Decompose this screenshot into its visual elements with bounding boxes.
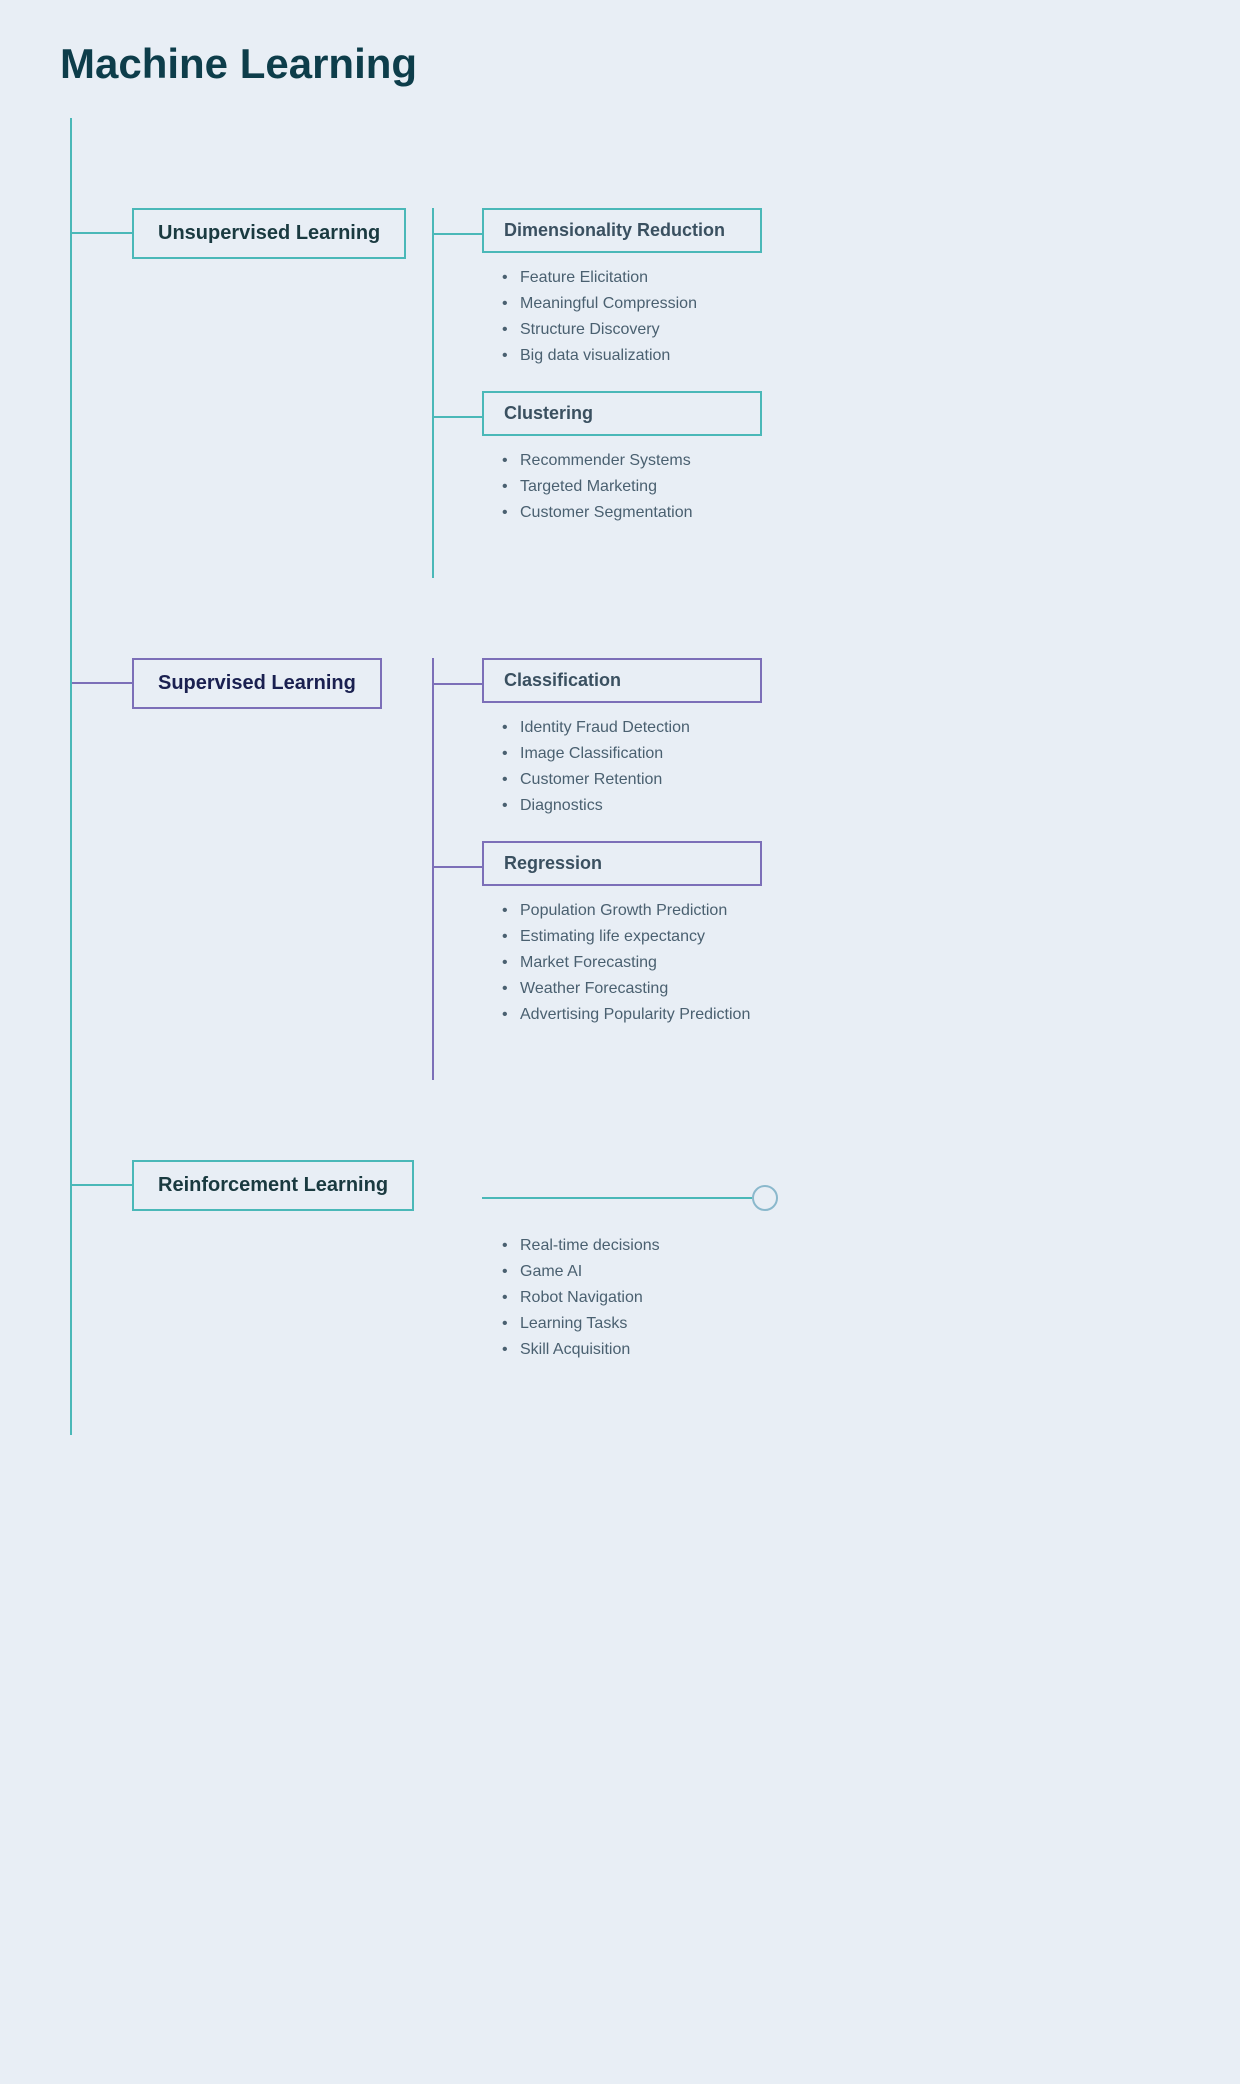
reinforcement-list: Real-time decisions Game AI Robot Naviga…	[432, 1221, 778, 1375]
list-item: Weather Forecasting	[502, 976, 778, 1002]
supervised-box: Supervised Learning	[132, 658, 382, 709]
reinforcement-section: Reinforcement Learning Real-time decisio…	[72, 1120, 778, 1435]
supervised-right: Classification Identity Fraud Detection …	[432, 618, 778, 1080]
list-item: Image Classification	[502, 741, 778, 767]
list-item: Big data visualization	[502, 343, 778, 369]
page-title: Machine Learning	[60, 40, 778, 88]
list-item: Market Forecasting	[502, 950, 778, 976]
reinforcement-h-line	[482, 1197, 752, 1199]
dimensionality-reduction-list: Feature Elicitation Meaningful Compressi…	[482, 253, 778, 381]
dimensionality-reduction-box: Dimensionality Reduction	[482, 208, 762, 253]
list-item: Real-time decisions	[502, 1233, 778, 1259]
supervised-h-connector	[72, 682, 132, 684]
classification-box: Classification	[482, 658, 762, 703]
list-item: Robot Navigation	[502, 1285, 778, 1311]
regression-section: Regression Population Growth Prediction …	[432, 841, 778, 1080]
list-item: Advertising Popularity Prediction	[502, 1002, 778, 1028]
list-item: Skill Acquisition	[502, 1337, 778, 1363]
classification-list: Identity Fraud Detection Image Classific…	[482, 703, 778, 831]
list-item: Game AI	[502, 1259, 778, 1285]
unsupervised-h-connector	[72, 232, 132, 234]
regression-list: Population Growth Prediction Estimating …	[482, 886, 778, 1040]
classification-section: Classification Identity Fraud Detection …	[432, 658, 778, 831]
unsupervised-section: Unsupervised Learning .sub-section.teal-…	[72, 118, 778, 618]
clustering-box: Clustering	[482, 391, 762, 436]
list-item: Meaningful Compression	[502, 291, 778, 317]
unsupervised-box: Unsupervised Learning	[132, 208, 406, 259]
list-item: Identity Fraud Detection	[502, 715, 778, 741]
unsupervised-right: .sub-section.teal-s::before { border-col…	[432, 168, 778, 578]
list-item: Learning Tasks	[502, 1311, 778, 1337]
list-item: Diagnostics	[502, 793, 778, 819]
list-item: Feature Elicitation	[502, 265, 778, 291]
reinforcement-box: Reinforcement Learning	[132, 1160, 414, 1211]
ml-diagram: Unsupervised Learning .sub-section.teal-…	[70, 118, 778, 1435]
reinforcement-circle	[752, 1185, 778, 1211]
list-item: Customer Retention	[502, 767, 778, 793]
clustering-list: Recommender Systems Targeted Marketing C…	[482, 436, 778, 538]
regression-box: Regression	[482, 841, 762, 886]
clustering-section: Clustering Recommender Systems Targeted …	[432, 391, 778, 578]
list-item: Population Growth Prediction	[502, 898, 778, 924]
supervised-section: Supervised Learning Classification Ident…	[72, 618, 778, 1120]
list-item: Structure Discovery	[502, 317, 778, 343]
list-item: Estimating life expectancy	[502, 924, 778, 950]
reinforcement-h-connector	[72, 1184, 132, 1186]
dimensionality-reduction-section: .sub-section.teal-s::before { border-col…	[432, 208, 778, 381]
list-item: Customer Segmentation	[502, 500, 778, 526]
reinforcement-right: Real-time decisions Game AI Robot Naviga…	[432, 1120, 778, 1385]
list-item: Targeted Marketing	[502, 474, 778, 500]
list-item: Recommender Systems	[502, 448, 778, 474]
